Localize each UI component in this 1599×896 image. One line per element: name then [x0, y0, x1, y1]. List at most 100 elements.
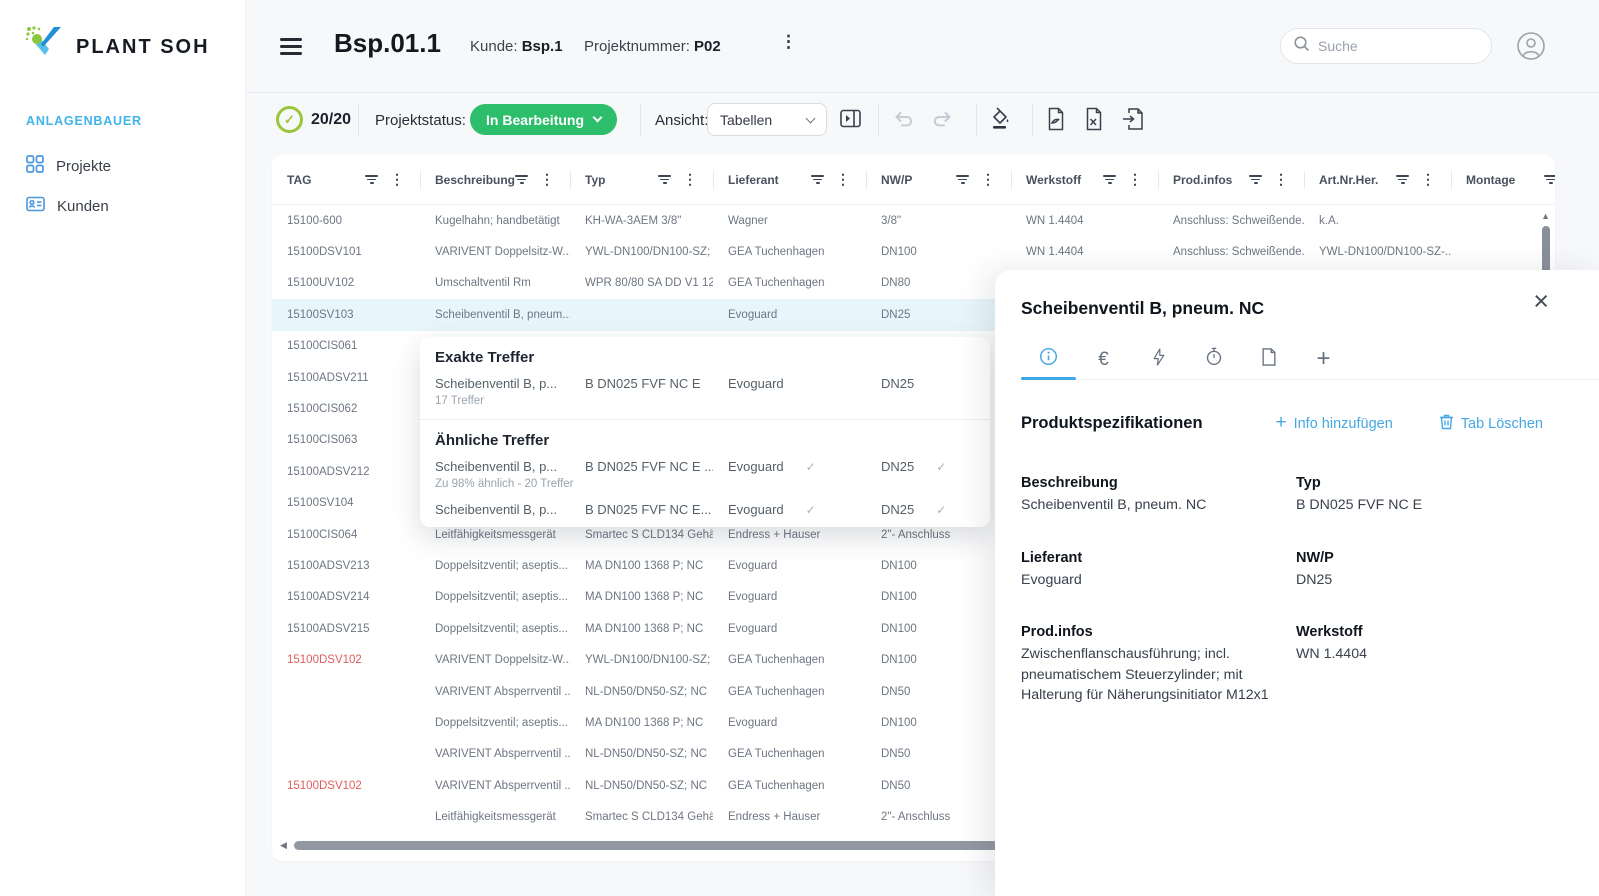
cell-tag[interactable]: 15100DSV101 [272, 246, 420, 258]
cell-lieferant[interactable]: GEA Tuchenhagen [713, 748, 866, 760]
cell-lieferant[interactable]: Endress + Hauser [713, 811, 866, 823]
cell-typ[interactable]: WPR 80/80 SA DD V1 12... [570, 277, 713, 289]
cell-nwp[interactable]: DN50 [866, 780, 1011, 792]
cell-typ[interactable]: YWL-DN100/DN100-SZ; ... [570, 654, 713, 666]
column-header[interactable]: NW/P⋮ [866, 155, 1011, 204]
cell-beschreibung[interactable]: Umschaltventil Rm [420, 277, 570, 289]
cell-nwp[interactable]: 2"- Anschluss [866, 811, 1011, 823]
table-row[interactable]: 15100-600Kugelhahn; handbetätigtKH-WA-3A… [272, 205, 1555, 236]
panel-tab-document-icon[interactable] [1241, 342, 1296, 376]
cell-beschreibung[interactable]: VARIVENT Absperrventil ... [420, 780, 570, 792]
cell-nwp[interactable]: 3/8" [866, 215, 1011, 227]
filter-icon[interactable] [658, 173, 671, 186]
cell-tag[interactable]: 15100-600 [272, 215, 420, 227]
panel-tab-lightning-icon[interactable] [1131, 342, 1186, 376]
table-row[interactable]: 15100DSV101VARIVENT Doppelsitz-W... YWL-D… [272, 236, 1555, 267]
column-menu-icon[interactable]: ⋮ [683, 171, 697, 188]
column-header[interactable]: Werkstoff⋮ [1011, 155, 1158, 204]
cell-tag[interactable]: 15100SV104 [272, 497, 420, 509]
column-menu-icon[interactable]: ⋮ [540, 171, 554, 188]
logo[interactable]: PLANT SOH [24, 24, 210, 71]
cell-tag[interactable]: 15100ADSV215 [272, 623, 420, 635]
column-menu-icon[interactable]: ⋮ [1128, 171, 1142, 188]
panel-toggle-icon[interactable] [840, 109, 861, 128]
sidebar-item-projekte[interactable]: Projekte [26, 155, 111, 177]
cell-artnr[interactable]: k.A. [1304, 215, 1451, 227]
filter-icon[interactable] [1249, 173, 1262, 186]
cell-nwp[interactable]: DN50 [866, 748, 1011, 760]
cell-lieferant[interactable]: Endress + Hauser [713, 529, 866, 541]
column-menu-icon[interactable]: ⋮ [836, 171, 850, 188]
export-excel-icon[interactable] [1084, 107, 1104, 131]
scroll-up-icon[interactable]: ▲ [1541, 211, 1550, 221]
column-header[interactable]: Montage⋮ [1451, 155, 1555, 204]
cell-lieferant[interactable]: Evoguard [713, 309, 866, 321]
cell-lieferant[interactable]: GEA Tuchenhagen [713, 654, 866, 666]
cell-typ[interactable]: MA DN100 1368 P; NC [570, 591, 713, 603]
menu-icon[interactable] [280, 38, 302, 59]
panel-tab-euro-icon[interactable]: € [1076, 342, 1131, 376]
cell-tag[interactable]: 15100ADSV212 [272, 466, 420, 478]
cell-lieferant[interactable]: GEA Tuchenhagen [713, 780, 866, 792]
cell-beschreibung[interactable]: VARIVENT Absperrventil ... [420, 686, 570, 698]
panel-tab-timer-icon[interactable] [1186, 342, 1241, 376]
cell-artnr[interactable]: YWL-DN100/DN100-SZ-... [1304, 246, 1451, 258]
dropdown-result[interactable]: Scheibenventil B, p...B DN025 FVF NC E .… [420, 455, 990, 498]
filter-icon[interactable] [956, 173, 969, 186]
cell-typ[interactable]: MA DN100 1368 P; NC [570, 623, 713, 635]
delete-tab-button[interactable]: Tab Löschen [1439, 413, 1543, 434]
filter-icon[interactable] [515, 173, 528, 186]
cell-nwp[interactable]: DN100 [866, 654, 1011, 666]
cell-lieferant[interactable]: Evoguard [713, 591, 866, 603]
cell-beschreibung[interactable]: Doppelsitzventil; aseptis... [420, 560, 570, 572]
cell-nwp[interactable]: 2"- Anschluss [866, 529, 1011, 541]
column-header[interactable]: Typ⋮ [570, 155, 713, 204]
cell-lieferant[interactable]: GEA Tuchenhagen [713, 246, 866, 258]
cell-nwp[interactable]: DN100 [866, 591, 1011, 603]
cell-nwp[interactable]: DN50 [866, 686, 1011, 698]
cell-tag[interactable]: 15100DSV102 [272, 654, 420, 666]
cell-beschreibung[interactable]: VARIVENT Doppelsitz-W... [420, 654, 570, 666]
filter-icon[interactable] [1544, 173, 1555, 186]
column-header[interactable]: Prod.infos⋮ [1158, 155, 1304, 204]
cell-nwp[interactable]: DN100 [866, 560, 1011, 572]
fill-color-icon[interactable] [988, 106, 1012, 130]
cell-beschreibung[interactable]: Doppelsitzventil; aseptis... [420, 717, 570, 729]
cell-typ[interactable]: NL-DN50/DN50-SZ; NC [570, 748, 713, 760]
cell-typ[interactable]: Smartec S CLD134 Gehä... [570, 811, 713, 823]
panel-tab-info-icon[interactable] [1021, 342, 1076, 376]
column-menu-icon[interactable]: ⋮ [1274, 171, 1288, 188]
export-pdf-icon[interactable] [1046, 107, 1066, 131]
cell-typ[interactable]: NL-DN50/DN50-SZ; NC [570, 780, 713, 792]
cell-tag[interactable]: 15100ADSV214 [272, 591, 420, 603]
close-icon[interactable]: × [1533, 288, 1549, 315]
cell-tag[interactable]: 15100CIS061 [272, 340, 420, 352]
cell-lieferant[interactable]: Evoguard [713, 623, 866, 635]
cell-typ[interactable]: MA DN100 1368 P; NC [570, 560, 713, 572]
cell-tag[interactable]: 15100CIS064 [272, 529, 420, 541]
cell-nwp[interactable]: DN100 [866, 717, 1011, 729]
cell-werkstoff[interactable]: WN 1.4404 [1011, 246, 1158, 258]
cell-typ[interactable]: MA DN100 1368 P; NC [570, 717, 713, 729]
column-menu-icon[interactable]: ⋮ [1421, 171, 1435, 188]
cell-beschreibung[interactable]: VARIVENT Doppelsitz-W... [420, 246, 570, 258]
add-info-button[interactable]: + Info hinzufügen [1275, 414, 1392, 434]
cell-nwp[interactable]: DN100 [866, 623, 1011, 635]
cell-beschreibung[interactable]: VARIVENT Absperrventil ... [420, 748, 570, 760]
redo-icon[interactable] [932, 111, 953, 127]
user-avatar[interactable] [1516, 31, 1546, 66]
cell-lieferant[interactable]: Wagner [713, 215, 866, 227]
view-select[interactable]: Tabellen [707, 103, 827, 136]
cell-lieferant[interactable]: GEA Tuchenhagen [713, 686, 866, 698]
header-menu-icon[interactable]: ⋮ [780, 32, 797, 52]
cell-beschreibung[interactable]: Doppelsitzventil; aseptis... [420, 623, 570, 635]
filter-icon[interactable] [365, 173, 378, 186]
cell-tag[interactable]: 15100CIS062 [272, 403, 420, 415]
import-file-icon[interactable] [1122, 107, 1144, 131]
cell-beschreibung[interactable]: Leitfähigkeitsmessgerät [420, 811, 570, 823]
cell-tag[interactable]: 15100CIS063 [272, 434, 420, 446]
cell-prodinfos[interactable]: Anschluss: Schweißende... [1158, 246, 1304, 258]
filter-icon[interactable] [811, 173, 824, 186]
cell-nwp[interactable]: DN80 [866, 277, 1011, 289]
cell-beschreibung[interactable]: Doppelsitzventil; aseptis... [420, 591, 570, 603]
